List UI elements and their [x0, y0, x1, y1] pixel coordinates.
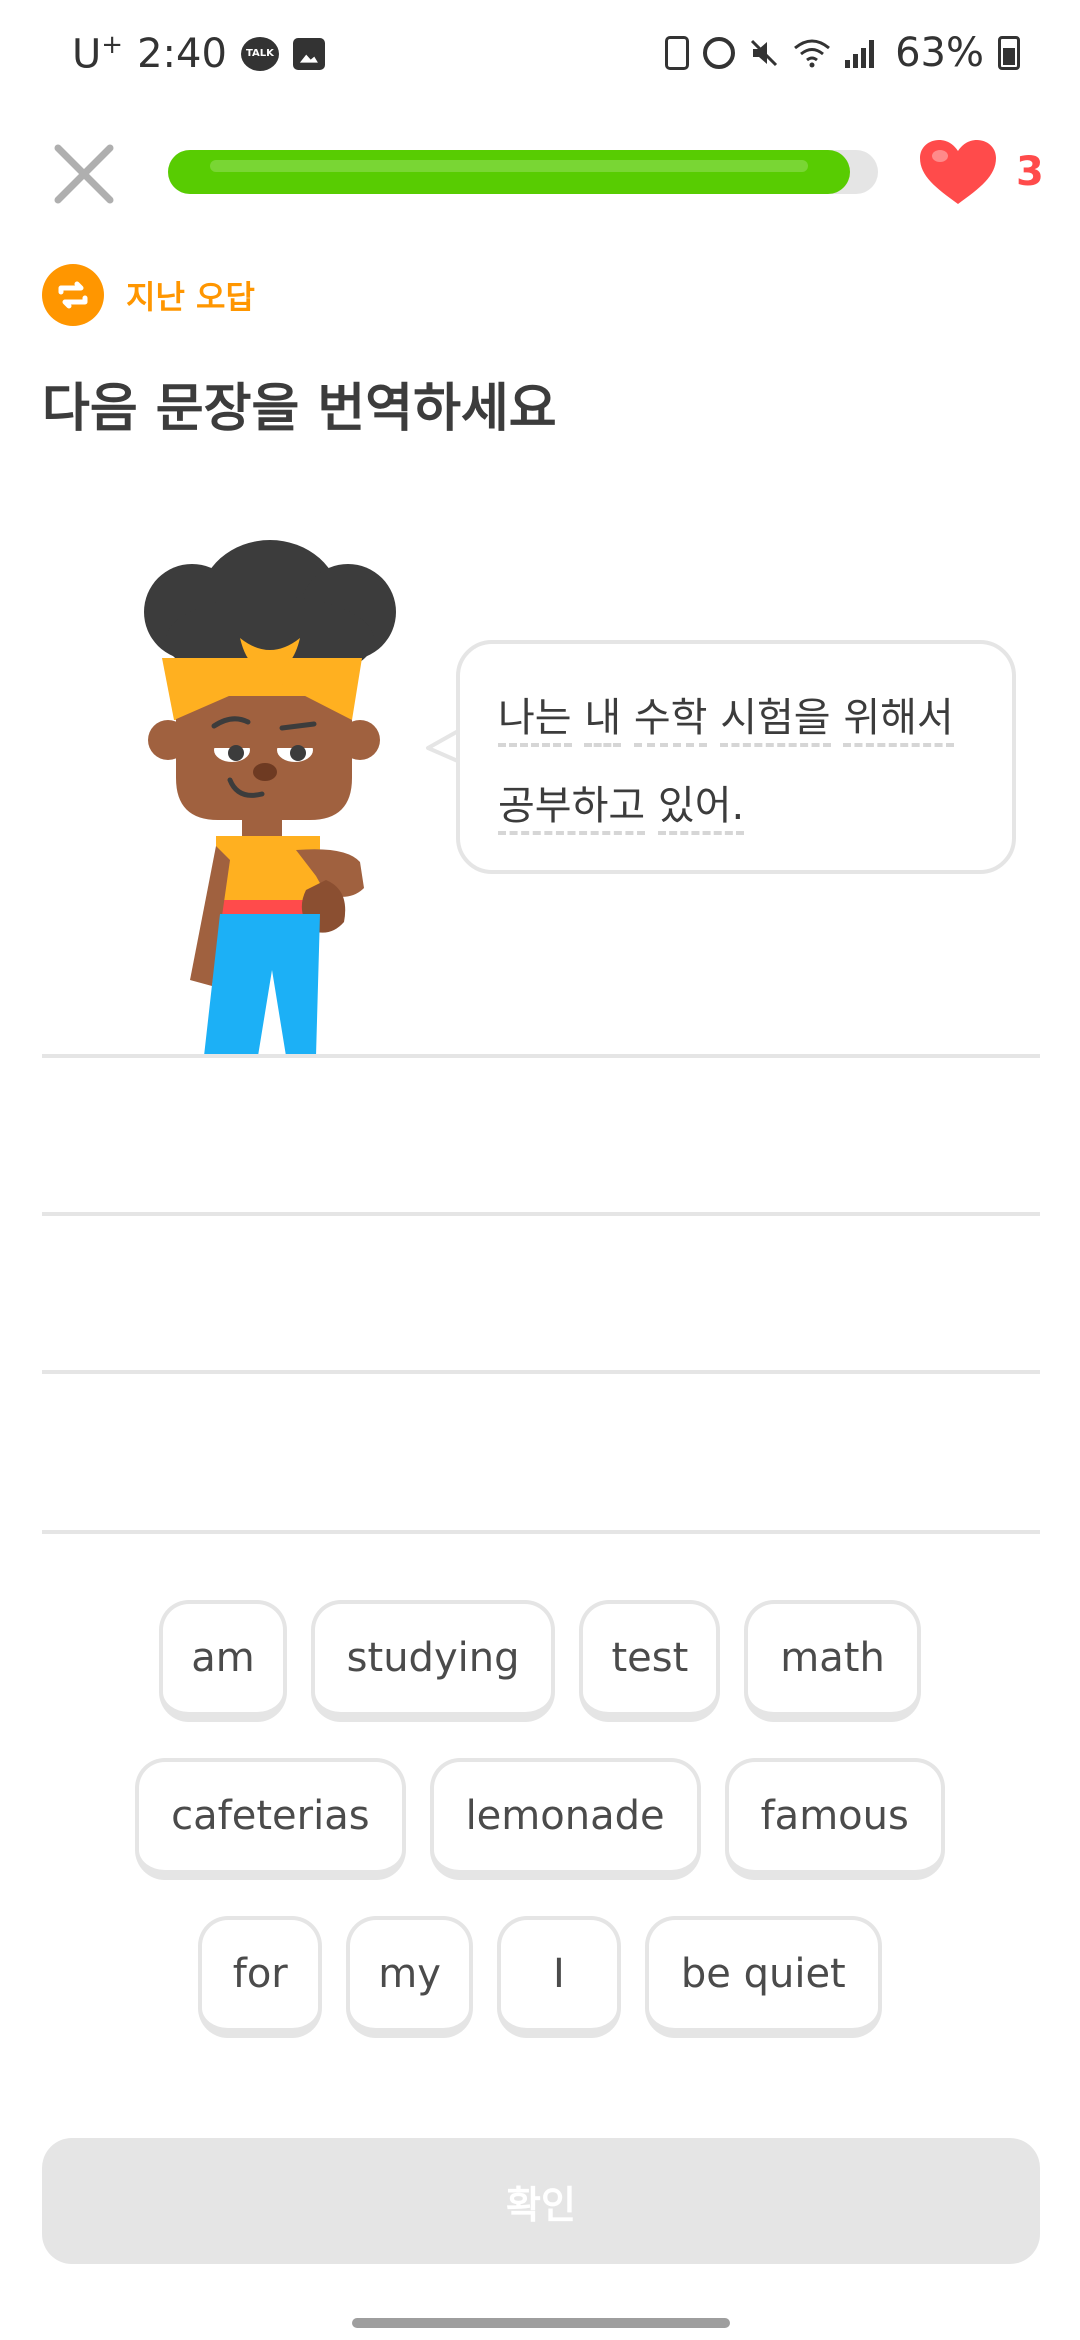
word-tile[interactable]: be quiet	[644, 1916, 882, 2038]
speech-bubble: 나는 내 수학 시험을 위해서 공부하고 있어.	[456, 640, 1016, 874]
lesson-progress-bar	[168, 150, 878, 194]
check-button-label: 확인	[506, 2182, 576, 2227]
battery-percent: 63%	[895, 30, 984, 76]
word-tile[interactable]: studying	[310, 1600, 556, 1722]
speech-line-2: 공부하고 있어.	[498, 762, 988, 850]
kakaotalk-icon: TALK	[240, 36, 279, 71]
wifi-icon	[794, 39, 831, 68]
status-left: U+ 2:40 TALK	[72, 30, 325, 77]
word-tile[interactable]: am	[159, 1600, 287, 1722]
alarm-icon	[703, 37, 736, 69]
gallery-icon	[292, 37, 325, 70]
word-tile[interactable]: my	[346, 1916, 473, 2038]
check-button[interactable]: 확인	[42, 2138, 1040, 2264]
hearts-counter[interactable]: 3	[918, 138, 1044, 206]
speech-text: 나는 내 수학 시험을 위해서 공부하고 있어.	[498, 674, 988, 850]
close-icon[interactable]	[48, 138, 120, 210]
character-illustration	[144, 540, 396, 1056]
heart-icon	[920, 140, 996, 204]
speech-word[interactable]: 내	[584, 695, 622, 747]
speech-word[interactable]: 나는	[498, 695, 572, 747]
speech-word[interactable]: 있어.	[657, 783, 745, 835]
speech-word[interactable]: 공부하고	[498, 783, 646, 835]
status-right: 63%	[665, 30, 1020, 76]
repeat-icon	[42, 264, 104, 326]
word-tile[interactable]: math	[744, 1600, 921, 1722]
review-label: 지난 오답	[126, 278, 255, 316]
answer-line	[42, 1212, 1040, 1216]
lesson-progress-fill	[168, 150, 850, 194]
word-bank-row: am studying test math	[0, 1600, 1080, 1722]
page-title: 다음 문장을 번역하세요	[42, 379, 557, 439]
talk-icon-label: TALK	[245, 48, 274, 60]
battery-saver-icon	[665, 36, 690, 70]
word-tile[interactable]: cafeterias	[135, 1758, 406, 1880]
answer-line	[42, 1054, 1040, 1058]
speech-word[interactable]: 수학	[633, 695, 708, 747]
lesson-progress-shine	[210, 160, 808, 172]
word-tile[interactable]: test	[579, 1600, 721, 1722]
signal-icon	[845, 38, 881, 68]
review-badge: 지난 오답	[42, 264, 255, 326]
answer-line	[42, 1370, 1040, 1374]
clock-time: 2:40	[137, 30, 227, 77]
answer-line	[42, 1530, 1040, 1534]
speech-word[interactable]: 위해서	[843, 695, 954, 747]
word-tile[interactable]: for	[198, 1916, 323, 2038]
status-bar: U+ 2:40 TALK 63%	[0, 0, 1080, 110]
carrier-label: U+	[72, 30, 123, 77]
carrier-sup: +	[101, 30, 124, 60]
word-tile[interactable]: I	[496, 1916, 621, 2038]
home-indicator[interactable]	[352, 2318, 730, 2328]
word-bank-row: for my I be quiet	[0, 1916, 1080, 2038]
word-tile[interactable]: lemonade	[429, 1758, 701, 1880]
carrier-text: U	[72, 31, 102, 78]
word-tile[interactable]: famous	[724, 1758, 945, 1880]
battery-icon	[998, 36, 1020, 70]
speech-word[interactable]: 시험을	[720, 695, 831, 747]
speech-line-1: 나는 내 수학 시험을 위해서	[498, 674, 988, 762]
word-bank-row: cafeterias lemonade famous	[0, 1758, 1080, 1880]
mute-icon	[751, 39, 778, 67]
hearts-count: 3	[1016, 149, 1044, 195]
